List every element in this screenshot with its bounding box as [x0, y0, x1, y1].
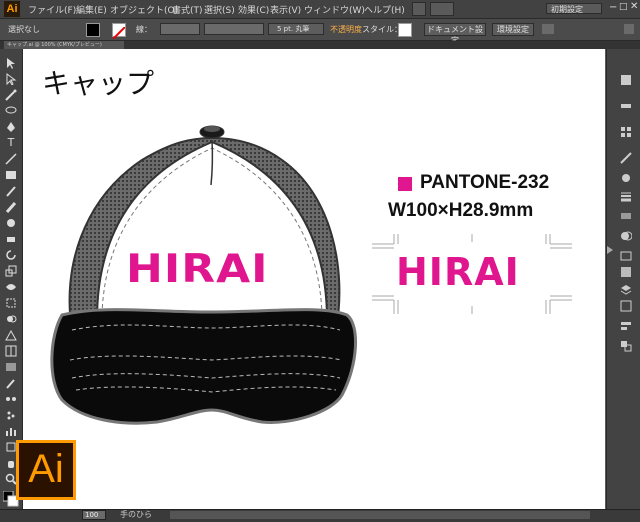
gradient-panel-icon[interactable]: [620, 210, 632, 222]
brushes-icon[interactable]: [620, 152, 632, 164]
current-tool-status: 手のひら: [120, 510, 152, 519]
graphic-styles-icon[interactable]: [620, 266, 632, 278]
appearance-icon[interactable]: [620, 250, 632, 262]
layers-icon[interactable]: [620, 284, 632, 296]
pantone-label: PANTONE-232: [420, 172, 550, 193]
menu-effect[interactable]: 効果(C): [238, 3, 269, 16]
cap-brim: [50, 308, 357, 425]
zoom-level[interactable]: 100: [82, 510, 106, 520]
line-tool-icon[interactable]: [5, 153, 17, 165]
gradient-tool-icon[interactable]: [5, 361, 17, 373]
symbol-sprayer-tool-icon[interactable]: [5, 409, 17, 421]
document-setup-button[interactable]: ドキュメント設定: [424, 23, 486, 45]
column-graph-tool-icon[interactable]: [5, 425, 17, 437]
menu-window[interactable]: ウィンドウ(W): [304, 3, 365, 16]
menu-select[interactable]: 選択(S): [204, 3, 235, 16]
stroke-panel-icon[interactable]: [620, 190, 632, 202]
direct-selection-tool-icon[interactable]: [5, 73, 17, 85]
preferences-button[interactable]: 環境設定: [492, 23, 534, 36]
panel-menu-icon[interactable]: [624, 24, 634, 34]
none-slash-icon: [112, 26, 126, 40]
perspective-grid-tool-icon[interactable]: [5, 329, 17, 341]
bridge-icon[interactable]: [412, 2, 426, 16]
swatches-icon[interactable]: [620, 126, 632, 138]
mesh-tool-icon[interactable]: [5, 345, 17, 357]
variable-width-field[interactable]: [204, 23, 264, 35]
horizontal-scrollbar[interactable]: [170, 511, 590, 519]
stroke-label: 線：: [136, 25, 152, 34]
scale-tool-icon[interactable]: [5, 265, 17, 277]
rectangle-tool-icon[interactable]: [5, 169, 17, 181]
opacity-link[interactable]: 不透明度: [330, 24, 362, 35]
menu-object[interactable]: オブジェクト(O): [110, 3, 178, 16]
brush-definition[interactable]: 5 pt. 丸筆: [268, 23, 324, 35]
style-label: スタイル：: [362, 25, 402, 34]
transparency-icon[interactable]: [620, 230, 632, 242]
control-bar: 選択なし 線： 5 pt. 丸筆 不透明度 スタイル： ドキュメント設定 環境設…: [0, 19, 640, 45]
dimensions-label: W100×H28.9mm: [388, 200, 534, 221]
menu-file[interactable]: ファイル(F): [28, 3, 76, 16]
paintbrush-tool-icon[interactable]: [5, 185, 17, 197]
fill-swatch[interactable]: [86, 23, 100, 37]
color-panel-icon[interactable]: [620, 74, 632, 86]
illustrator-logo-badge: Ai: [16, 440, 76, 500]
close-icon[interactable]: ✕: [630, 1, 638, 12]
width-tool-icon[interactable]: [5, 281, 17, 293]
artboards-icon[interactable]: [620, 300, 632, 312]
menu-view[interactable]: 表示(V): [270, 3, 301, 16]
pencil-tool-icon[interactable]: [5, 201, 17, 213]
menu-bar: Ai ファイル(F) 編集(E) オブジェクト(O) 書式(T) 選択(S) 効…: [0, 0, 640, 19]
logo-artwork-text: HIRAI: [396, 250, 520, 294]
workspace-switcher[interactable]: 初期設定: [546, 3, 602, 14]
graphic-style-swatch[interactable]: [398, 23, 412, 37]
eyedropper-tool-icon[interactable]: [5, 377, 17, 389]
blob-brush-tool-icon[interactable]: [5, 217, 17, 229]
free-transform-tool-icon[interactable]: [5, 297, 17, 309]
page-title: キャップ: [42, 67, 155, 100]
symbols-icon[interactable]: [620, 172, 632, 184]
magic-wand-tool-icon[interactable]: [5, 89, 17, 101]
maximize-icon[interactable]: □: [619, 2, 628, 12]
pen-tool-icon[interactable]: [5, 121, 17, 133]
eraser-tool-icon[interactable]: [5, 233, 17, 245]
app-logo: Ai: [4, 1, 20, 17]
selection-status: 選択なし: [8, 25, 40, 34]
rotate-tool-icon[interactable]: [5, 249, 17, 261]
minimize-icon[interactable]: −: [609, 2, 617, 13]
cap-logo-text: HIRAI: [126, 246, 269, 292]
selection-tool-icon[interactable]: [5, 57, 17, 69]
pathfinder-icon[interactable]: [620, 340, 632, 352]
arrange-documents-icon[interactable]: [430, 2, 454, 16]
stroke-weight-field[interactable]: [160, 23, 200, 35]
menu-edit[interactable]: 編集(E): [76, 3, 107, 16]
blend-tool-icon[interactable]: [5, 393, 17, 405]
align-icon[interactable]: [620, 320, 632, 332]
stroke-swatch[interactable]: [112, 23, 126, 40]
color-guide-icon[interactable]: [620, 100, 632, 112]
document-tab[interactable]: キャップ.ai @ 100% (CMYK/プレビュー): [4, 41, 124, 49]
scroll-arrow-icon[interactable]: [607, 246, 613, 254]
shape-builder-tool-icon[interactable]: [5, 313, 17, 325]
menu-help[interactable]: ヘルプ(H): [364, 3, 405, 16]
type-tool-icon[interactable]: T: [5, 137, 17, 149]
arrange-icon[interactable]: [542, 24, 554, 34]
pantone-swatch: [398, 177, 412, 191]
lasso-tool-icon[interactable]: [5, 105, 17, 117]
menu-type[interactable]: 書式(T): [172, 3, 203, 16]
